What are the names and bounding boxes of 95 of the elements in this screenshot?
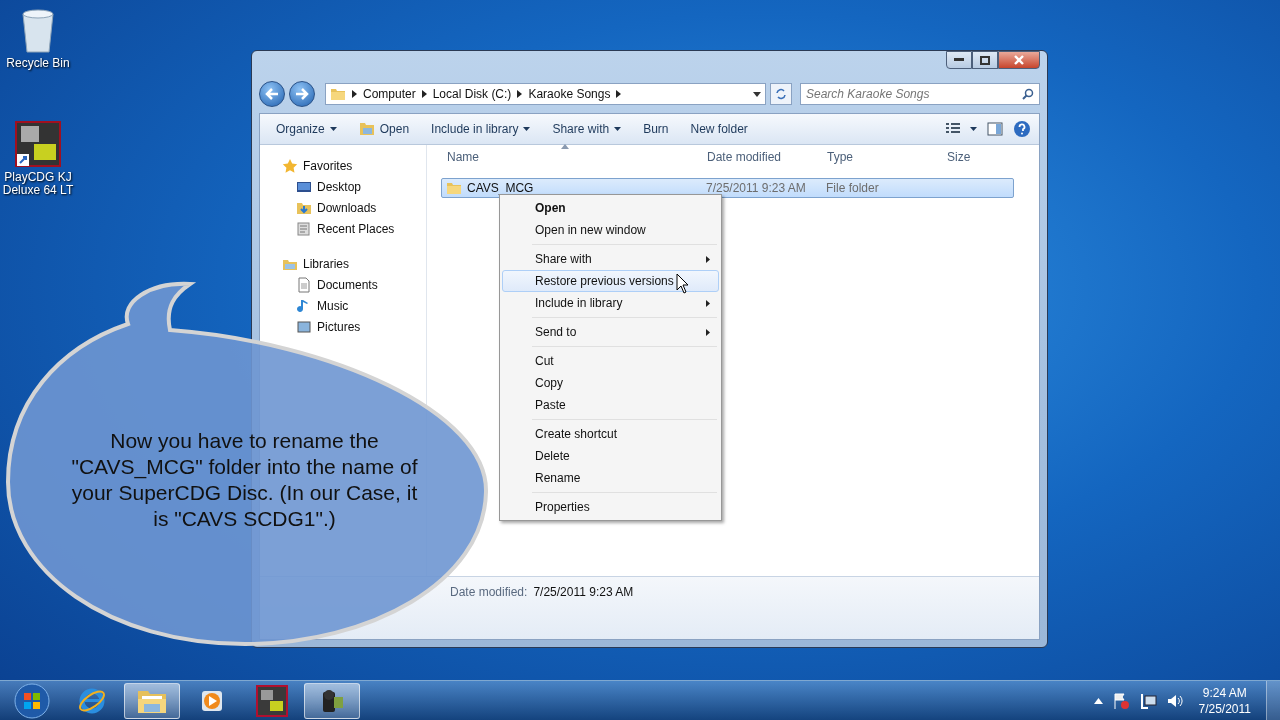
- nav-item[interactable]: Pictures: [260, 316, 426, 337]
- desktop-icon-label: Recycle Bin: [6, 57, 70, 70]
- recent-places-icon: [296, 220, 312, 237]
- details-label: Date modified:: [450, 585, 528, 599]
- type-cell-text: File folder: [825, 181, 880, 195]
- taskbar-button[interactable]: [304, 683, 360, 719]
- breadcrumb-arrow-icon[interactable]: [517, 90, 523, 98]
- close-icon: [1014, 55, 1024, 65]
- refresh-icon: [775, 88, 787, 100]
- forward-arrow-icon: [295, 88, 309, 100]
- menu-item[interactable]: Open: [502, 197, 719, 219]
- file-row[interactable]: CAVS_MCG 7/25/2011 9:23 AM File folder: [441, 178, 1014, 198]
- taskbar-button[interactable]: [124, 683, 180, 719]
- network-icon[interactable]: [1138, 692, 1157, 710]
- folder-icon: [446, 180, 462, 196]
- dropdown-arrow-icon[interactable]: [970, 127, 977, 131]
- menu-item[interactable]: Delete: [502, 445, 719, 467]
- menu-item[interactable]: Send to: [502, 321, 719, 343]
- toolbar-button[interactable]: Organize: [268, 119, 345, 139]
- show-hidden-icons-icon[interactable]: [1093, 698, 1103, 704]
- sort-arrow-icon: [561, 144, 569, 149]
- preview-pane-icon[interactable]: [987, 122, 1003, 136]
- folder-icon: [358, 122, 375, 136]
- menu-item[interactable]: Rename: [502, 467, 719, 489]
- nav-item[interactable]: Downloads: [260, 197, 426, 218]
- breadcrumb[interactable]: Local Disk (C:): [432, 87, 512, 101]
- details-value: 7/25/2011 9:23 AM: [533, 585, 634, 599]
- start-orb-icon: [14, 683, 50, 719]
- maximize-icon: [980, 55, 990, 65]
- pictures-icon: [296, 318, 312, 335]
- app-shortcut-icon[interactable]: [14, 120, 62, 168]
- cursor-icon: [676, 273, 689, 294]
- folder-icon: [330, 86, 346, 102]
- forward-button[interactable]: [289, 81, 315, 107]
- close-button[interactable]: [998, 51, 1040, 69]
- callout-text: Now you have to rename the "CAVS_MCG" folder into the name of your SuperCDG Disc. (In our Case, it is "CAVS SCDG1".): [70, 428, 419, 532]
- menu-item[interactable]: Restore previous versions: [502, 270, 719, 292]
- submenu-arrow-icon: [706, 328, 710, 336]
- address-bar[interactable]: Computer Local Disk (C:) Karaoke Songs: [325, 83, 766, 105]
- nav-item[interactable]: Documents: [260, 274, 426, 295]
- breadcrumb-arrow-icon[interactable]: [352, 90, 357, 98]
- nav-item[interactable]: Libraries: [260, 253, 426, 274]
- nav-item[interactable]: Desktop: [260, 176, 426, 197]
- dropdown-arrow-icon: [614, 127, 622, 131]
- submenu-arrow-icon: [706, 299, 710, 307]
- dropdown-arrow-icon: [523, 127, 531, 131]
- star-icon: [282, 157, 298, 174]
- column-header[interactable]: Name: [441, 145, 701, 169]
- toolbar-button[interactable]: Open: [350, 119, 418, 139]
- back-button[interactable]: [259, 81, 285, 107]
- help-icon[interactable]: [1013, 120, 1031, 138]
- play-icon: [199, 688, 225, 714]
- column-header[interactable]: Size: [941, 145, 1021, 169]
- document-icon: [296, 276, 312, 293]
- speaker-icon[interactable]: [1165, 692, 1184, 710]
- menu-item[interactable]: Create shortcut: [502, 423, 719, 445]
- file-name: CAVS_MCG: [442, 180, 702, 196]
- toolbar-button[interactable]: Include in library: [423, 119, 539, 139]
- clock[interactable]: 9:24 AM 7/25/2011: [1192, 685, 1257, 717]
- browser-icon: [77, 686, 107, 716]
- show-desktop-button[interactable]: [1266, 681, 1280, 720]
- search-field[interactable]: Search Karaoke Songs: [800, 83, 1040, 105]
- minimize-button[interactable]: [946, 51, 972, 69]
- submenu-arrow-icon: [706, 255, 710, 263]
- dropdown-arrow-icon[interactable]: [753, 91, 761, 97]
- breadcrumb[interactable]: Computer: [363, 87, 416, 101]
- flag-icon[interactable]: [1111, 692, 1130, 710]
- date-cell-text: 7/25/2011 9:23 AM: [705, 181, 807, 195]
- column-header[interactable]: Date modified: [701, 145, 821, 169]
- dropdown-arrow-icon: [329, 127, 337, 131]
- desktop-icon-label: PlayCDG KJ Deluxe 64 LT: [2, 171, 74, 197]
- toolbar-button[interactable]: Share with: [544, 119, 630, 139]
- menu-item[interactable]: Include in library: [502, 292, 719, 314]
- nav-item[interactable]: Recent Places: [260, 218, 426, 239]
- menu-item[interactable]: Share with: [502, 248, 719, 270]
- app-icon: [256, 685, 288, 717]
- column-header[interactable]: Type: [821, 145, 941, 169]
- menu-item[interactable]: Cut: [502, 350, 719, 372]
- breadcrumb-arrow-icon[interactable]: [421, 90, 427, 98]
- menu-item[interactable]: Properties: [502, 496, 719, 518]
- search-icon: [1022, 88, 1034, 100]
- nav-item[interactable]: Music: [260, 295, 426, 316]
- toolbar-button[interactable]: New folder: [682, 119, 756, 139]
- nav-item[interactable]: Favorites: [260, 155, 426, 176]
- menu-item[interactable]: Copy: [502, 372, 719, 394]
- menu-item[interactable]: Open in new window: [502, 219, 719, 241]
- back-arrow-icon: [265, 88, 279, 100]
- refresh-button[interactable]: [770, 83, 792, 105]
- menu-item[interactable]: Paste: [502, 394, 719, 416]
- toolbar-button[interactable]: Burn: [635, 119, 677, 139]
- breadcrumb[interactable]: Karaoke Songs: [528, 87, 611, 101]
- breadcrumb-arrow-icon[interactable]: [616, 90, 622, 98]
- maximize-button[interactable]: [972, 51, 998, 69]
- minimize-icon: [954, 58, 964, 62]
- view-options-icon[interactable]: [946, 123, 960, 135]
